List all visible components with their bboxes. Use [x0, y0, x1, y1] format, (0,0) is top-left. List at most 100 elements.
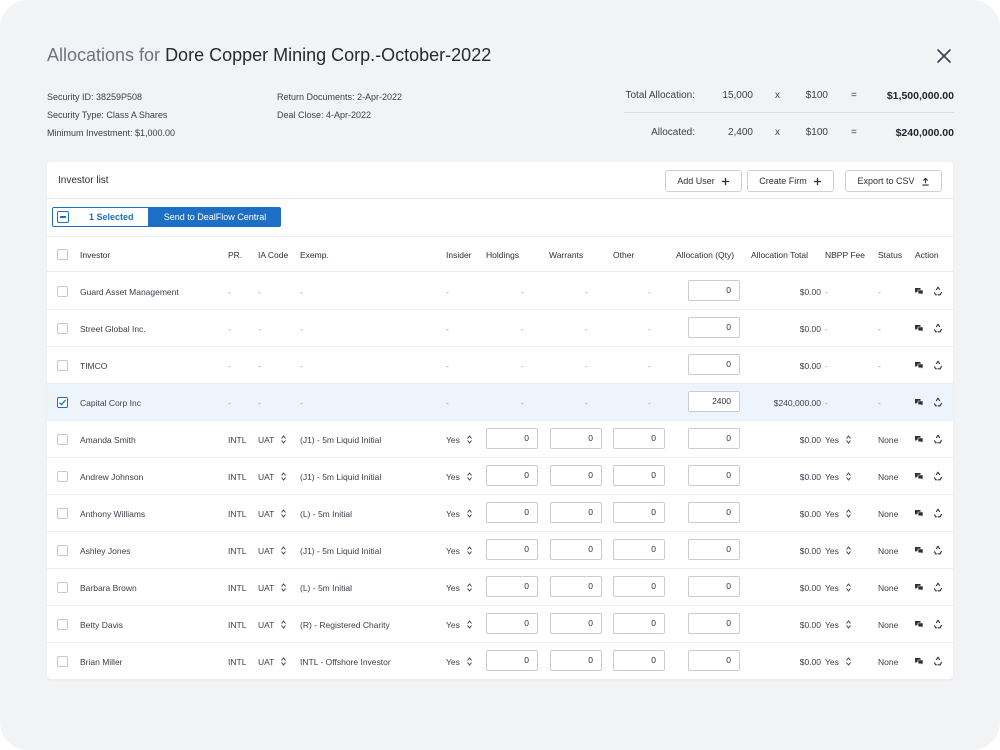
- warrants-input[interactable]: 0: [550, 650, 602, 671]
- chat-icon[interactable]: [914, 545, 924, 555]
- row-checkbox[interactable]: [57, 397, 68, 408]
- table-row[interactable]: Ashley Jones INTL UAT (J1) - 5m Liquid Init…: [47, 532, 953, 569]
- exemption-value[interactable]: INTL - Offshore Investor: [300, 657, 391, 667]
- row-checkbox[interactable]: [57, 508, 68, 519]
- row-checkbox[interactable]: [57, 656, 68, 667]
- recycle-icon[interactable]: [933, 471, 943, 481]
- other-input[interactable]: 0: [613, 539, 665, 560]
- ia-code-select[interactable]: UAT: [258, 546, 287, 556]
- export-csv-button[interactable]: Export to CSV: [845, 170, 942, 192]
- other-input[interactable]: 0: [613, 576, 665, 597]
- table-row[interactable]: Barbara Brown INTL UAT (L) - 5m Initial Yes 0…: [47, 569, 953, 606]
- allocation-qty-input[interactable]: 0: [688, 650, 740, 671]
- col-status[interactable]: Status: [878, 250, 902, 260]
- exemption-value[interactable]: (J1) - 5m Liquid Initial: [300, 546, 381, 556]
- table-row[interactable]: TIMCO - - - - - - -0 $0.00- -: [47, 347, 953, 384]
- allocation-qty-input[interactable]: 0: [688, 317, 740, 338]
- col-investor[interactable]: Investor: [80, 250, 110, 260]
- other-input[interactable]: 0: [613, 502, 665, 523]
- ia-code-select[interactable]: UAT: [258, 657, 287, 667]
- exemption-value[interactable]: (J1) - 5m Liquid Initial: [300, 472, 381, 482]
- nbpp-fee-select[interactable]: Yes: [825, 435, 851, 445]
- nbpp-fee-select[interactable]: Yes: [825, 472, 851, 482]
- warrants-input[interactable]: 0: [550, 613, 602, 634]
- select-all-checkbox[interactable]: [57, 249, 68, 260]
- holdings-input[interactable]: 0: [486, 650, 538, 671]
- insider-select[interactable]: Yes: [446, 546, 472, 556]
- allocation-qty-input[interactable]: 0: [688, 354, 740, 375]
- warrants-input[interactable]: 0: [550, 465, 602, 486]
- recycle-icon[interactable]: [933, 508, 943, 518]
- col-insider[interactable]: Insider: [446, 250, 472, 260]
- nbpp-fee-select[interactable]: Yes: [825, 509, 851, 519]
- warrants-input[interactable]: 0: [550, 502, 602, 523]
- deselect-all-checkbox[interactable]: [57, 211, 69, 223]
- table-row[interactable]: Andrew Johnson INTL UAT (J1) - 5m Liquid In…: [47, 458, 953, 495]
- holdings-input[interactable]: 0: [486, 465, 538, 486]
- col-allocation-qty[interactable]: Allocation (Qty): [676, 250, 734, 260]
- row-checkbox[interactable]: [57, 323, 68, 334]
- table-row[interactable]: Betty Davis INTL UAT (R) - Registered Chari…: [47, 606, 953, 643]
- exemption-value[interactable]: (L) - 5m Initial: [300, 509, 352, 519]
- col-allocation-total[interactable]: Allocation Total: [751, 250, 808, 260]
- allocation-qty-input[interactable]: 0: [688, 502, 740, 523]
- allocation-qty-input[interactable]: 2400: [688, 391, 740, 412]
- table-row[interactable]: Guard Asset Management - - - - - - -0 $0.00- -: [47, 273, 953, 310]
- holdings-input[interactable]: 0: [486, 576, 538, 597]
- allocation-qty-input[interactable]: 0: [688, 280, 740, 301]
- chat-icon[interactable]: [914, 323, 924, 333]
- nbpp-fee-select[interactable]: Yes: [825, 620, 851, 630]
- allocation-qty-input[interactable]: 0: [688, 539, 740, 560]
- row-checkbox[interactable]: [57, 286, 68, 297]
- allocation-qty-input[interactable]: 0: [688, 428, 740, 449]
- row-checkbox[interactable]: [57, 545, 68, 556]
- table-row[interactable]: Anthony Williams INTL UAT (L) - 5m Initial Y…: [47, 495, 953, 532]
- col-exemp[interactable]: Exemp.: [300, 250, 329, 260]
- col-holdings[interactable]: Holdings: [486, 250, 519, 260]
- recycle-icon[interactable]: [933, 323, 943, 333]
- table-row[interactable]: Amanda Smith INTL UAT (J1) - 5m Liquid Init…: [47, 421, 953, 458]
- nbpp-fee-select[interactable]: Yes: [825, 583, 851, 593]
- chat-icon[interactable]: [914, 286, 924, 296]
- row-checkbox[interactable]: [57, 434, 68, 445]
- row-checkbox[interactable]: [57, 619, 68, 630]
- insider-select[interactable]: Yes: [446, 620, 472, 630]
- holdings-input[interactable]: 0: [486, 502, 538, 523]
- ia-code-select[interactable]: UAT: [258, 620, 287, 630]
- table-row[interactable]: Capital Corp Inc - - - - - - -2400 $240,000.00- -: [47, 384, 953, 421]
- other-input[interactable]: 0: [613, 428, 665, 449]
- allocation-qty-input[interactable]: 0: [688, 576, 740, 597]
- table-row[interactable]: Brian Miller INTL UAT INTL - Offshore Inves…: [47, 643, 953, 680]
- holdings-input[interactable]: 0: [486, 539, 538, 560]
- chat-icon[interactable]: [914, 360, 924, 370]
- warrants-input[interactable]: 0: [550, 539, 602, 560]
- chat-icon[interactable]: [914, 582, 924, 592]
- ia-code-select[interactable]: UAT: [258, 435, 287, 445]
- allocation-qty-input[interactable]: 0: [688, 465, 740, 486]
- col-nbpp-fee[interactable]: NBPP Fee: [825, 250, 865, 260]
- recycle-icon[interactable]: [933, 619, 943, 629]
- send-to-dealflow-button[interactable]: Send to DealFlow Central: [149, 207, 281, 227]
- create-firm-button[interactable]: Create Firm: [747, 170, 834, 192]
- warrants-input[interactable]: 0: [550, 428, 602, 449]
- col-warrants[interactable]: Warrants: [549, 250, 583, 260]
- nbpp-fee-select[interactable]: Yes: [825, 546, 851, 556]
- recycle-icon[interactable]: [933, 397, 943, 407]
- other-input[interactable]: 0: [613, 465, 665, 486]
- ia-code-select[interactable]: UAT: [258, 472, 287, 482]
- chat-icon[interactable]: [914, 619, 924, 629]
- chat-icon[interactable]: [914, 508, 924, 518]
- recycle-icon[interactable]: [933, 434, 943, 444]
- recycle-icon[interactable]: [933, 286, 943, 296]
- chat-icon[interactable]: [914, 397, 924, 407]
- other-input[interactable]: 0: [613, 650, 665, 671]
- recycle-icon[interactable]: [933, 360, 943, 370]
- recycle-icon[interactable]: [933, 656, 943, 666]
- holdings-input[interactable]: 0: [486, 428, 538, 449]
- insider-select[interactable]: Yes: [446, 435, 472, 445]
- nbpp-fee-select[interactable]: Yes: [825, 657, 851, 667]
- recycle-icon[interactable]: [933, 582, 943, 592]
- chat-icon[interactable]: [914, 434, 924, 444]
- holdings-input[interactable]: 0: [486, 613, 538, 634]
- row-checkbox[interactable]: [57, 360, 68, 371]
